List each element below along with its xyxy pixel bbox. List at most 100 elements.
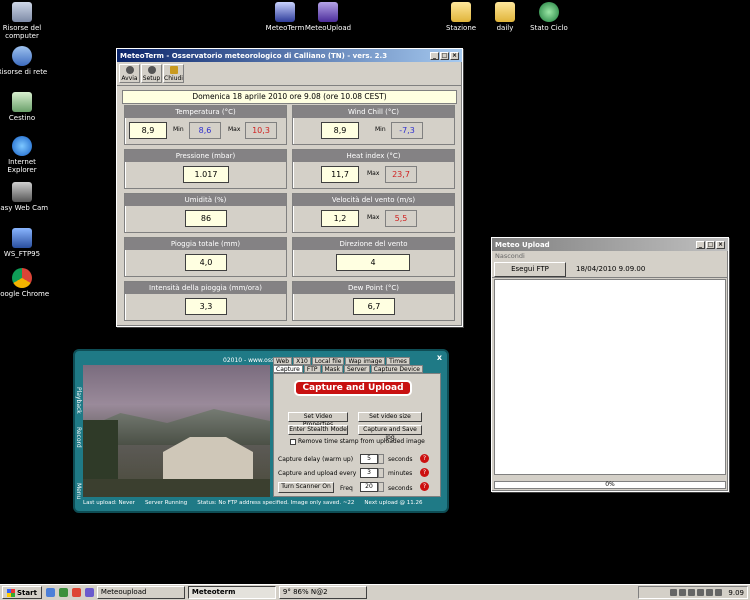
- tray-icon[interactable]: [670, 589, 678, 596]
- capture-panel: Capture and Upload Set Video Properties …: [273, 373, 441, 497]
- desktop-icon-label: Internet Explorer: [7, 158, 37, 174]
- desktop-icon-webcam[interactable]: Easy Web Cam: [0, 182, 50, 212]
- quicklaunch-ie-icon[interactable]: [45, 588, 55, 597]
- setup-button[interactable]: Setup: [141, 64, 162, 83]
- log-area[interactable]: [494, 279, 726, 475]
- dew-point-value: 6,7: [353, 298, 395, 315]
- panel-title: Pressione (mbar): [125, 150, 286, 162]
- scanner-button[interactable]: Turn Scanner On: [278, 482, 334, 493]
- desktop-icon-chrome[interactable]: Google Chrome: [0, 268, 50, 298]
- record-tab[interactable]: Record: [75, 427, 82, 448]
- menu-tab[interactable]: Menu: [75, 483, 82, 499]
- close-button[interactable]: ×: [716, 240, 725, 249]
- tab-local-file[interactable]: Local file: [311, 357, 345, 365]
- progress-bar: 0%: [494, 481, 726, 489]
- max-label: Max: [367, 170, 380, 177]
- panel-intensita-pioggia: Intensità della pioggia (mm/ora) 3,3: [124, 281, 287, 321]
- help-icon[interactable]: ?: [420, 468, 429, 477]
- playback-tab[interactable]: Playback: [75, 387, 82, 414]
- help-icon[interactable]: ?: [420, 482, 429, 491]
- wind-chill-min: -7,3: [391, 122, 423, 139]
- freq-unit: seconds: [388, 485, 413, 492]
- tab-capture[interactable]: Capture: [273, 365, 303, 373]
- quicklaunch-app-icon[interactable]: [84, 588, 94, 597]
- meteoupload-titlebar[interactable]: Meteo Upload _ □ ×: [492, 238, 728, 251]
- desktop-icon-label: Stato Ciclo: [530, 24, 568, 32]
- panel-title: Temperatura (°C): [125, 106, 286, 118]
- capture-upload-button[interactable]: Capture and Upload: [294, 380, 412, 396]
- panel-title: Pioggia totale (mm): [125, 238, 286, 250]
- delay-spinner[interactable]: [378, 454, 384, 464]
- every-spinner[interactable]: [378, 468, 384, 478]
- esegui-ftp-button[interactable]: Esegui FTP: [494, 261, 566, 277]
- tab-x10[interactable]: X10: [293, 357, 311, 365]
- tab-mask[interactable]: Mask: [321, 365, 343, 373]
- panel-title: Wind Chill (°C): [293, 106, 454, 118]
- freq-label: Freq: [340, 485, 353, 492]
- desktop-icon-ie[interactable]: Internet Explorer: [0, 136, 50, 174]
- webcam-preview: [83, 365, 270, 497]
- tray-icon[interactable]: [706, 589, 714, 596]
- task-meteoupload[interactable]: Meteoupload: [96, 586, 185, 599]
- every-input[interactable]: 3: [360, 468, 378, 478]
- tray-icon[interactable]: [715, 589, 723, 596]
- stealth-mode-button[interactable]: Enter Stealth Mode: [288, 425, 348, 435]
- panel-title: Dew Point (°C): [293, 282, 454, 294]
- desktop-icon-label: Cestino: [8, 114, 36, 122]
- desktop-icon-meteoupload[interactable]: MeteoUpload: [300, 2, 356, 32]
- video-size-button[interactable]: Set video size: [358, 412, 422, 422]
- minimize-button[interactable]: _: [696, 240, 705, 249]
- menu-nascondi[interactable]: Nascondi: [492, 251, 728, 261]
- capture-sidebar: Playback Record Menu: [75, 365, 83, 499]
- quicklaunch-desktop-icon[interactable]: [58, 588, 68, 597]
- chiudi-button[interactable]: Chiudi: [163, 64, 184, 83]
- remove-timestamp-checkbox[interactable]: Remove time stamp from uploaded image: [290, 438, 425, 445]
- setup-label: Setup: [142, 75, 161, 82]
- pioggia-value: 4,0: [185, 254, 227, 271]
- desktop-icon-my-computer[interactable]: Risorse del computer: [0, 2, 50, 40]
- capture-save-button[interactable]: Capture and Save jpg: [358, 425, 422, 441]
- desktop-icon-label: Google Chrome: [0, 290, 50, 298]
- avvia-button[interactable]: Avvia: [119, 64, 140, 83]
- meteoterm-toolbar: Avvia Setup Chiudi: [117, 62, 462, 86]
- freq-spinner[interactable]: [378, 482, 384, 492]
- desktop-icon-network[interactable]: Risorse di rete: [0, 46, 50, 76]
- freq-input[interactable]: 20: [360, 482, 378, 492]
- clock[interactable]: 9.09: [728, 589, 744, 597]
- tab-wap-image[interactable]: Wap image: [345, 357, 386, 365]
- tray-icon[interactable]: [679, 589, 687, 596]
- help-icon[interactable]: ?: [420, 454, 429, 463]
- task-meteoterm[interactable]: Meteoterm: [187, 586, 276, 599]
- meteoterm-window: MeteoTerm - Osservatorio meteorologico d…: [116, 48, 463, 327]
- quicklaunch-chrome-icon[interactable]: [71, 588, 81, 597]
- desktop-icon-stato-ciclo[interactable]: Stato Ciclo: [521, 2, 577, 32]
- desktop-icon-recycle-bin[interactable]: Cestino: [0, 92, 50, 122]
- tab-web[interactable]: Web: [273, 357, 293, 365]
- maximize-button[interactable]: □: [706, 240, 715, 249]
- min-label: Min: [173, 126, 184, 133]
- delay-input[interactable]: 5: [360, 454, 378, 464]
- meteoterm-titlebar[interactable]: MeteoTerm - Osservatorio meteorologico d…: [117, 49, 462, 62]
- panel-wind-chill: Wind Chill (°C) 8,9 Min -7,3: [292, 105, 455, 145]
- desktop-icon-ftp[interactable]: WS_FTP95: [0, 228, 50, 258]
- panel-title: Umidità (%): [125, 194, 286, 206]
- next-upload: Next upload @ 11.26: [364, 500, 423, 506]
- direzione-value: 4: [336, 254, 410, 271]
- close-button[interactable]: ×: [450, 51, 459, 60]
- task-weather[interactable]: 9° 86% N@2: [278, 586, 367, 599]
- avvia-label: Avvia: [121, 75, 138, 82]
- video-properties-button[interactable]: Set Video Properties: [288, 412, 348, 428]
- maximize-button[interactable]: □: [440, 51, 449, 60]
- tray-icon[interactable]: [697, 589, 705, 596]
- panel-velocita-vento: Velocità del vento (m/s) 1,2 Max 5,5: [292, 193, 455, 233]
- velocita-value: 1,2: [321, 210, 359, 227]
- minimize-button[interactable]: _: [430, 51, 439, 60]
- tray-icon[interactable]: [688, 589, 696, 596]
- tab-times[interactable]: Times: [386, 357, 410, 365]
- tab-ftp[interactable]: FTP: [303, 365, 321, 373]
- ie-icon: [12, 136, 32, 156]
- tab-server[interactable]: Server: [343, 365, 370, 373]
- start-button[interactable]: Start: [2, 586, 42, 599]
- panel-title: Velocità del vento (m/s): [293, 194, 454, 206]
- tab-capture-device[interactable]: Capture Device: [370, 365, 423, 373]
